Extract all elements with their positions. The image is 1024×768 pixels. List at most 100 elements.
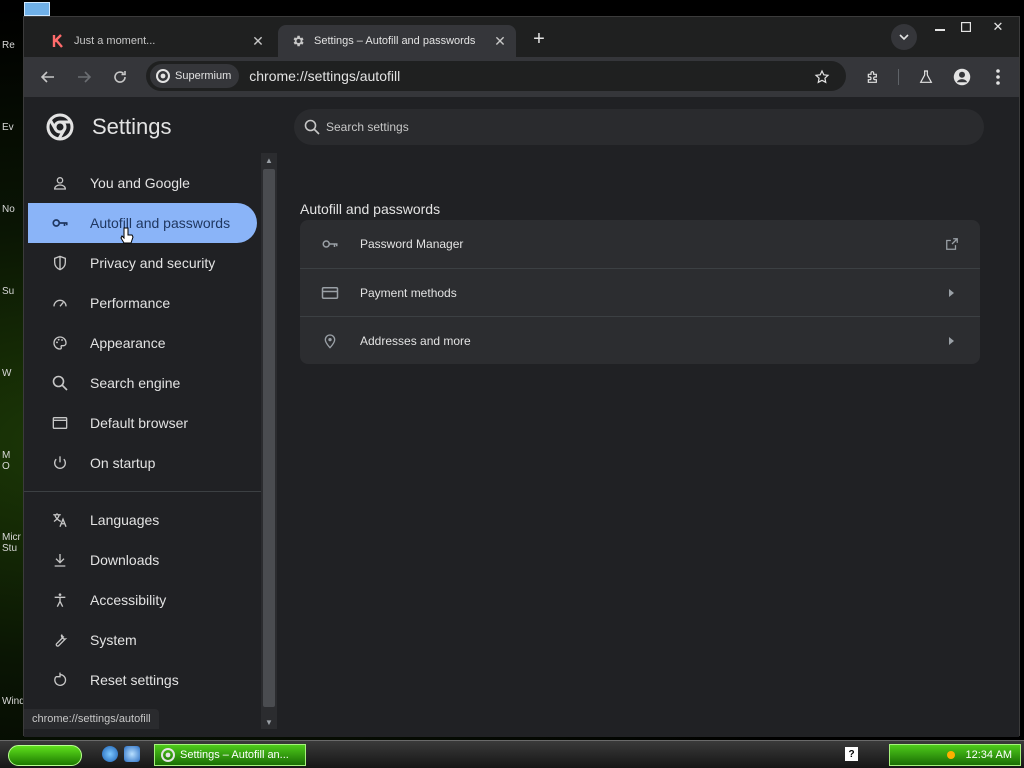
sidebar-item-label: Search engine xyxy=(90,375,181,391)
sidebar-item-on-startup[interactable]: On startup xyxy=(24,443,261,483)
address-bar[interactable]: Supermium chrome://settings/autofill xyxy=(146,61,846,91)
sidebar-item-default-browser[interactable]: Default browser xyxy=(24,403,261,443)
tab-strip: Just a moment... ✕ Settings – Autofill a… xyxy=(24,17,1019,57)
sidebar-item-you-and-google[interactable]: You and Google xyxy=(24,163,261,203)
search-icon xyxy=(50,373,70,393)
search-input[interactable]: Search settings xyxy=(294,109,984,145)
password-manager-row[interactable]: Password Manager xyxy=(300,220,980,268)
site-chip-label: Supermium xyxy=(175,70,232,82)
page-title: Settings xyxy=(92,114,172,139)
taskbar-window-title: Settings – Autofill an... xyxy=(180,749,289,761)
toolbar-divider xyxy=(898,69,899,85)
url-text[interactable]: chrome://settings/autofill xyxy=(249,68,400,84)
more-menu-icon[interactable] xyxy=(986,65,1010,89)
settings-page: Settings Search settings You and Google … xyxy=(24,97,1019,737)
profile-avatar-icon[interactable] xyxy=(950,65,974,89)
desktop-label[interactable]: Su xyxy=(2,286,24,297)
desktop-label[interactable]: Ev xyxy=(2,122,24,133)
download-icon xyxy=(50,550,70,570)
wrench-icon xyxy=(50,630,70,650)
credit-card-icon xyxy=(320,283,340,303)
extensions-icon[interactable] xyxy=(861,65,885,89)
sidebar-scrollbar[interactable]: ▲ ▼ xyxy=(261,153,277,729)
reload-icon[interactable] xyxy=(108,65,132,89)
sidebar-item-autofill-and-passwords[interactable]: Autofill and passwords xyxy=(28,203,257,244)
sidebar-item-languages[interactable]: Languages xyxy=(24,500,261,540)
desktop-icon-recycle-bin[interactable] xyxy=(24,2,50,16)
person-icon xyxy=(50,173,70,193)
supermium-logo-icon xyxy=(156,69,170,83)
clock[interactable]: 12:34 AM xyxy=(966,749,1012,761)
sidebar-item-reset-settings[interactable]: Reset settings xyxy=(24,660,261,700)
browser-window: Just a moment... ✕ Settings – Autofill a… xyxy=(23,16,1020,737)
scrollbar-thumb[interactable] xyxy=(263,169,275,707)
section-title: Autofill and passwords xyxy=(300,201,441,217)
tab-title: Just a moment... xyxy=(74,35,156,47)
internet-explorer-icon[interactable] xyxy=(102,746,118,762)
sidebar-item-label: Appearance xyxy=(90,335,166,351)
sidebar-item-label: You and Google xyxy=(90,175,190,191)
site-chip[interactable]: Supermium xyxy=(150,64,240,88)
translate-icon xyxy=(50,510,70,530)
accessibility-icon xyxy=(50,590,70,610)
forward-icon[interactable] xyxy=(72,65,96,89)
key-icon xyxy=(50,213,70,233)
close-tab-icon[interactable]: ✕ xyxy=(248,31,268,51)
tray-icon[interactable] xyxy=(944,749,958,761)
row-label: Password Manager xyxy=(360,237,464,251)
close-tab-icon[interactable]: ✕ xyxy=(490,31,510,51)
desktop-label[interactable]: Wind xyxy=(2,696,24,707)
browser-window-icon xyxy=(50,413,70,433)
sidebar-item-label: Reset settings xyxy=(90,672,179,688)
chevron-down-icon[interactable] xyxy=(891,24,917,50)
sidebar-item-system[interactable]: System xyxy=(24,620,261,660)
star-icon[interactable] xyxy=(810,65,834,89)
scroll-up-icon[interactable]: ▲ xyxy=(261,153,277,167)
external-link-icon[interactable] xyxy=(942,234,962,254)
search-icon xyxy=(304,119,320,135)
sidebar-item-search-engine[interactable]: Search engine xyxy=(24,363,261,403)
desktop-label[interactable]: No xyxy=(2,204,24,215)
close-window-icon[interactable]: ✕ xyxy=(984,17,1012,37)
taskbar-window-button[interactable]: Settings – Autofill an... xyxy=(154,744,306,766)
search-placeholder: Search settings xyxy=(326,120,409,134)
desktop-label[interactable]: Re xyxy=(2,40,24,51)
addresses-row[interactable]: Addresses and more xyxy=(300,316,980,364)
sidebar-item-privacy-and-security[interactable]: Privacy and security xyxy=(24,243,261,283)
scroll-down-icon[interactable]: ▼ xyxy=(261,715,277,729)
payment-methods-row[interactable]: Payment methods xyxy=(300,268,980,316)
sidebar-divider xyxy=(24,491,261,492)
sidebar-item-label: Accessibility xyxy=(90,592,167,608)
desktop-label[interactable]: W xyxy=(2,368,24,379)
tab-just-a-moment[interactable]: Just a moment... ✕ xyxy=(38,25,274,57)
autofill-card: Password Manager Payment methods Address xyxy=(300,220,980,364)
desktop-label[interactable]: M O xyxy=(2,450,24,472)
key-icon xyxy=(320,234,340,254)
sidebar-item-label: Default browser xyxy=(90,415,189,431)
maximize-icon[interactable] xyxy=(952,17,980,37)
tab-title: Settings – Autofill and passwords xyxy=(314,35,476,47)
settings-header: Settings xyxy=(46,113,172,141)
system-tray: 12:34 AM xyxy=(889,744,1021,766)
palette-icon xyxy=(50,333,70,353)
sidebar-item-label: Autofill and passwords xyxy=(90,215,231,231)
sidebar-item-downloads[interactable]: Downloads xyxy=(24,540,261,580)
chevron-right-icon xyxy=(942,283,962,303)
minimize-icon[interactable] xyxy=(926,17,954,37)
power-icon xyxy=(50,453,70,473)
sidebar-item-performance[interactable]: Performance xyxy=(24,283,261,323)
toolbar: Supermium chrome://settings/autofill xyxy=(24,57,1019,97)
speedometer-icon xyxy=(50,293,70,313)
labs-flask-icon[interactable] xyxy=(914,65,938,89)
tab-settings[interactable]: Settings – Autofill and passwords ✕ xyxy=(278,25,516,57)
desktop-label[interactable]: Micr Stu xyxy=(2,532,24,554)
start-button[interactable] xyxy=(8,745,82,766)
help-icon[interactable]: ? xyxy=(845,747,858,761)
quick-launch-icon[interactable] xyxy=(124,746,140,762)
sidebar-item-appearance[interactable]: Appearance xyxy=(24,323,261,363)
new-tab-icon[interactable]: + xyxy=(526,26,552,52)
taskbar: Settings – Autofill an... ? 12:34 AM xyxy=(0,740,1024,768)
gear-icon xyxy=(290,33,306,49)
back-icon[interactable] xyxy=(36,65,60,89)
sidebar-item-accessibility[interactable]: Accessibility xyxy=(24,580,261,620)
